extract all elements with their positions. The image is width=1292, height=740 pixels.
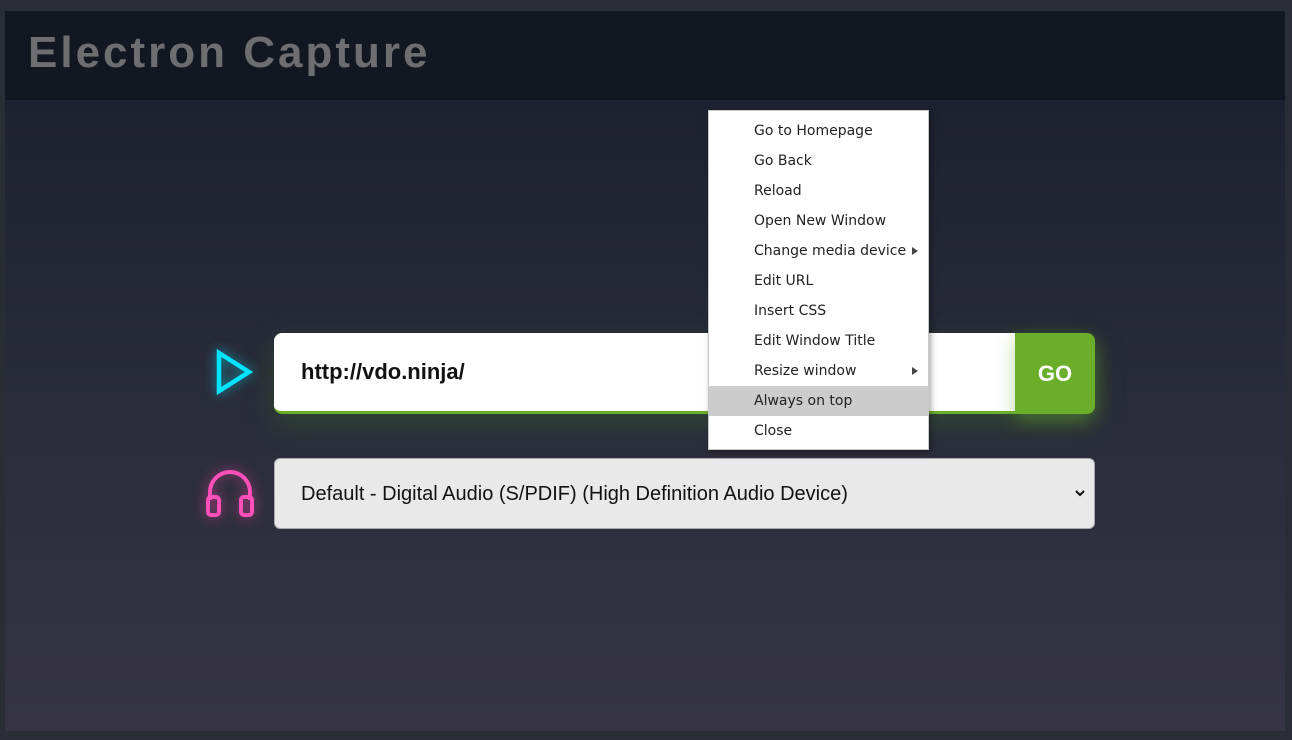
menu-item-reload[interactable]: Reload [709, 176, 928, 206]
menu-item-close[interactable]: Close [709, 416, 928, 446]
go-button[interactable]: GO [1015, 333, 1095, 414]
menu-item-label: Open New Window [754, 213, 887, 229]
menu-item-edit-window-title[interactable]: Edit Window Title [709, 326, 928, 356]
headphones-icon [206, 470, 254, 517]
context-menu: Go to Homepage Go Back Reload Open New W… [708, 110, 929, 450]
menu-item-label: Go to Homepage [754, 123, 873, 139]
menu-item-label: Edit Window Title [754, 333, 876, 349]
app-window: Electron Capture GO Default - Digital Au… [5, 11, 1285, 731]
menu-item-label: Always on top [754, 393, 853, 409]
chevron-right-icon [912, 367, 918, 375]
header: Electron Capture [5, 11, 1285, 100]
menu-item-label: Insert CSS [754, 303, 827, 319]
app-title: Electron Capture [28, 28, 431, 77]
menu-item-always-on-top[interactable]: Always on top [709, 386, 928, 416]
menu-item-go-back[interactable]: Go Back [709, 146, 928, 176]
menu-item-resize-window[interactable]: Resize window [709, 356, 928, 386]
menu-item-label: Go Back [754, 153, 812, 169]
menu-item-change-media-device[interactable]: Change media device [709, 236, 928, 266]
url-bar: GO [274, 333, 1095, 414]
menu-item-edit-url[interactable]: Edit URL [709, 266, 928, 296]
menu-item-label: Edit URL [754, 273, 814, 289]
menu-item-go-to-homepage[interactable]: Go to Homepage [709, 116, 928, 146]
audio-device-select[interactable]: Default - Digital Audio (S/PDIF) (High D… [274, 458, 1095, 529]
chevron-right-icon [912, 247, 918, 255]
menu-item-label: Close [754, 423, 793, 439]
play-icon [216, 348, 254, 396]
menu-item-label: Reload [754, 183, 802, 199]
menu-item-open-new-window[interactable]: Open New Window [709, 206, 928, 236]
menu-item-insert-css[interactable]: Insert CSS [709, 296, 928, 326]
chevron-down-icon [1075, 490, 1085, 497]
audio-device-selected: Default - Digital Audio (S/PDIF) (High D… [301, 483, 848, 505]
menu-item-label: Resize window [754, 363, 857, 379]
menu-item-label: Change media device [754, 243, 907, 259]
